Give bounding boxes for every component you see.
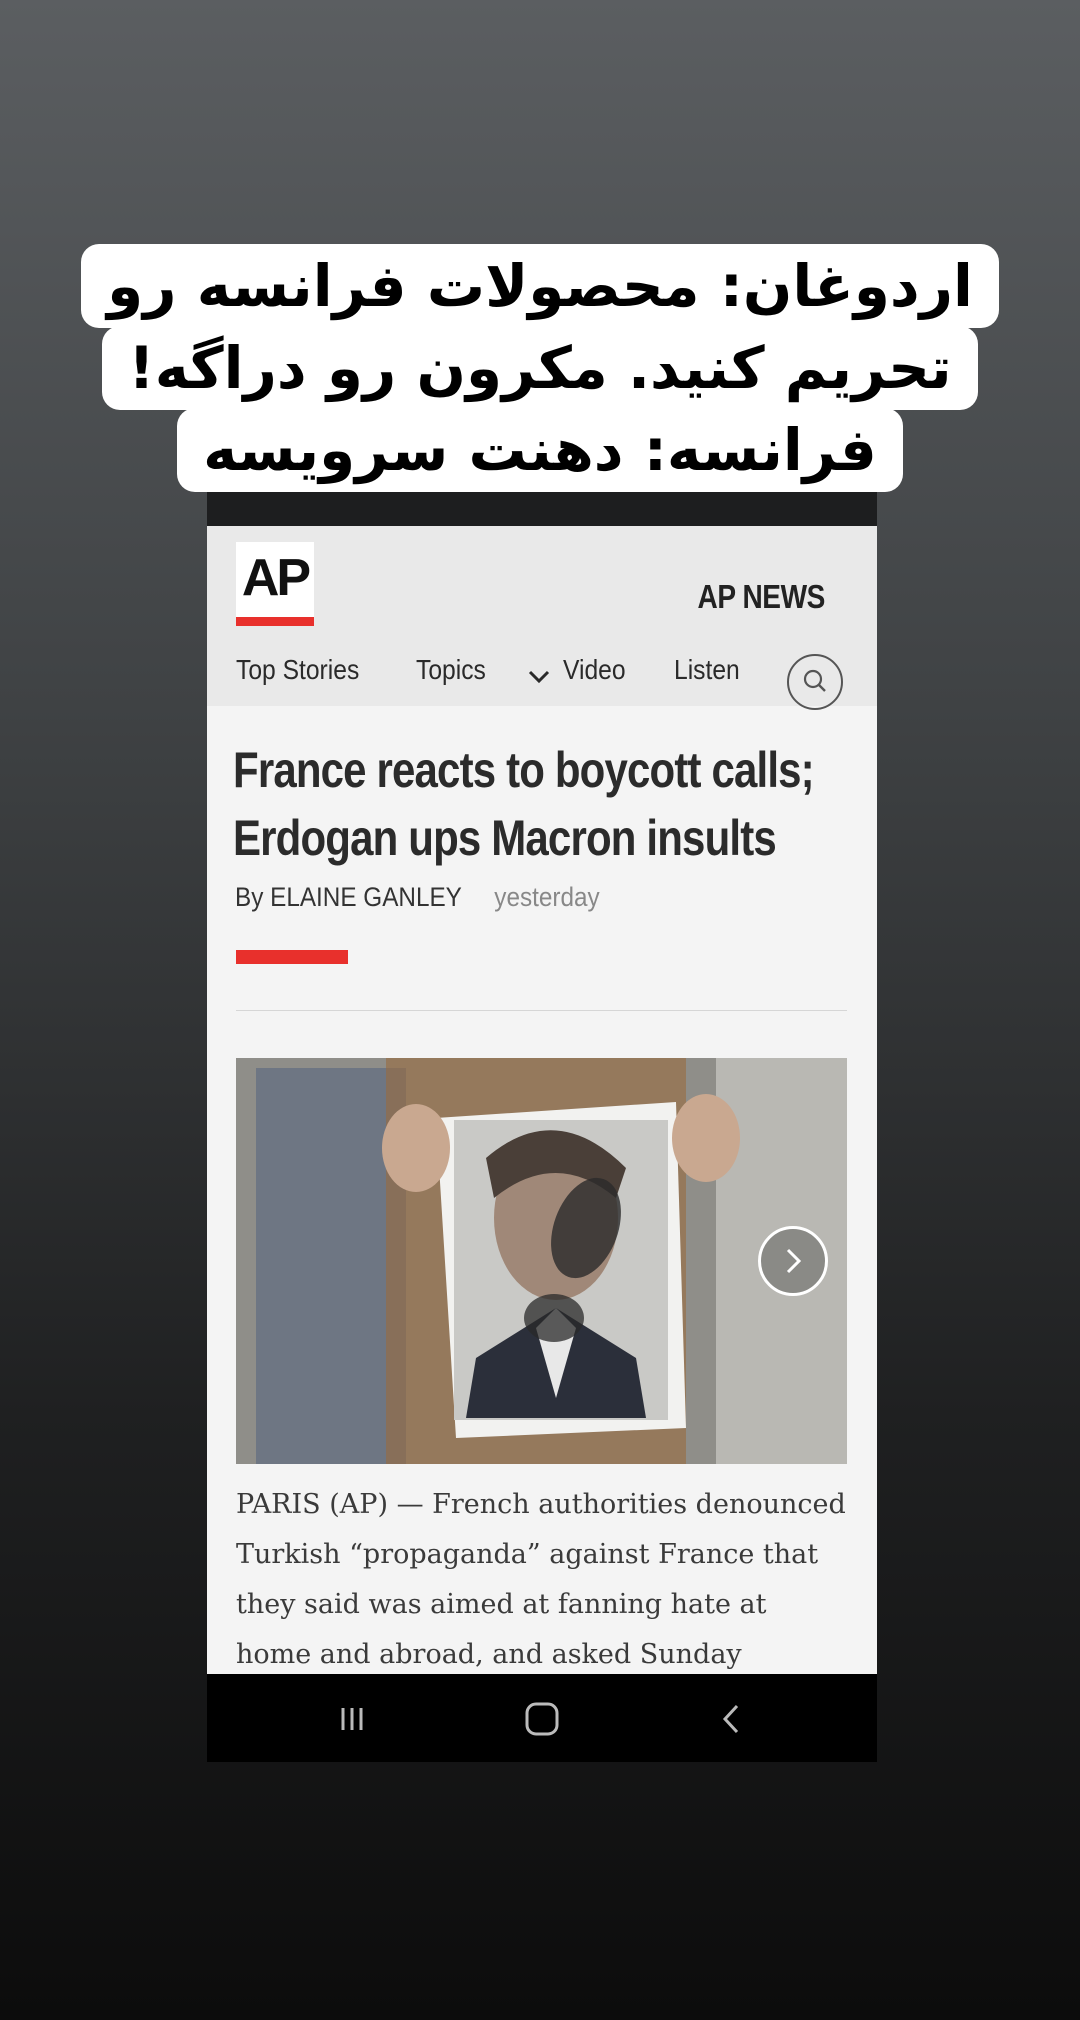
nav-listen[interactable]: Listen (674, 654, 740, 686)
caption-line-2: تحریم کنید. مکرون رو دراگه! (102, 326, 978, 410)
article-body: PARIS (AP) — French authorities denounce… (236, 1489, 846, 1670)
back-icon[interactable] (707, 1694, 757, 1744)
nav-topics[interactable]: Topics (416, 654, 486, 686)
caption-line-1: اردوغان: محصولات فرانسه رو (81, 244, 999, 328)
recents-icon[interactable] (327, 1694, 377, 1744)
article-time: yesterday (494, 882, 600, 912)
accent-bar (236, 950, 348, 964)
next-photo-button[interactable] (758, 1226, 828, 1296)
ap-logo[interactable]: AP (236, 542, 314, 626)
ap-logo-underline (236, 617, 314, 626)
chevron-down-icon[interactable] (526, 664, 552, 688)
article-photo[interactable] (236, 1058, 847, 1464)
caption-line-3: فرانسه: دهنت سرویسه (177, 408, 903, 492)
chevron-right-icon (786, 1248, 802, 1274)
nav-video[interactable]: Video (563, 654, 626, 686)
ap-logo-text: AP (241, 549, 311, 607)
nav-topics-label: Topics (416, 654, 486, 685)
site-header: AP AP NEWS Top Stories Topics Video List… (207, 526, 877, 710)
search-button[interactable] (787, 654, 843, 710)
caption-overlay: اردوغان: محصولات فرانسه رو تحریم کنید. م… (0, 244, 1080, 492)
nav-top-stories[interactable]: Top Stories (236, 654, 359, 686)
article-author[interactable]: By ELAINE GANLEY (235, 882, 462, 912)
divider (236, 1010, 847, 1011)
system-nav-bar (207, 1674, 877, 1762)
photo-illustration (236, 1058, 847, 1464)
article-headline[interactable]: France reacts to boycott calls; Erdogan … (233, 736, 855, 872)
search-icon (803, 669, 826, 692)
brand-name[interactable]: AP NEWS (698, 578, 826, 616)
article-byline: By ELAINE GANLEY yesterday (235, 882, 600, 913)
home-icon[interactable] (517, 1694, 567, 1744)
phone-screen: AP AP NEWS Top Stories Topics Video List… (207, 430, 877, 1762)
